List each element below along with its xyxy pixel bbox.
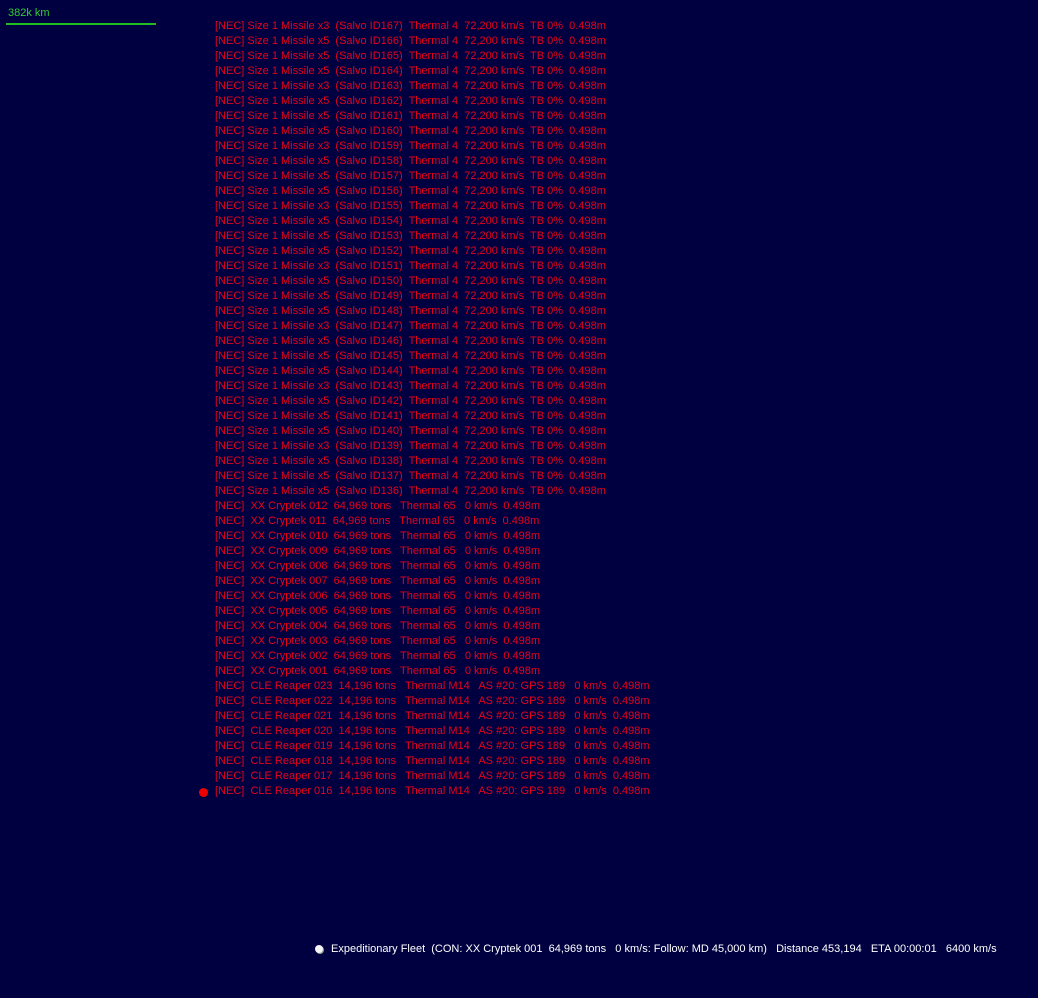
contact-label[interactable]: [NEC] XX Cryptek 005 64,969 tons Thermal… xyxy=(215,604,650,619)
contact-label[interactable]: [NEC] CLE Reaper 022 14,196 tons Thermal… xyxy=(215,694,650,709)
contact-label[interactable]: [NEC] XX Cryptek 003 64,969 tons Thermal… xyxy=(215,634,650,649)
fleet-label[interactable]: Expeditionary Fleet (CON: XX Cryptek 001… xyxy=(331,942,997,957)
contact-label[interactable]: [NEC] Size 1 Missile x3 (Salvo ID147) Th… xyxy=(215,319,650,334)
contact-label[interactable]: [NEC] Size 1 Missile x5 (Salvo ID153) Th… xyxy=(215,229,650,244)
contact-label[interactable]: [NEC] CLE Reaper 018 14,196 tons Thermal… xyxy=(215,754,650,769)
hostile-contact-marker-icon[interactable] xyxy=(199,788,208,797)
contact-label[interactable]: [NEC] XX Cryptek 009 64,969 tons Thermal… xyxy=(215,544,650,559)
contact-label[interactable]: [NEC] XX Cryptek 007 64,969 tons Thermal… xyxy=(215,574,650,589)
contact-label[interactable]: [NEC] CLE Reaper 019 14,196 tons Thermal… xyxy=(215,739,650,754)
contact-label[interactable]: [NEC] XX Cryptek 012 64,969 tons Thermal… xyxy=(215,499,650,514)
scale-label: 382k km xyxy=(8,7,50,19)
contact-label[interactable]: [NEC] Size 1 Missile x5 (Salvo ID164) Th… xyxy=(215,64,650,79)
contact-label[interactable]: [NEC] Size 1 Missile x5 (Salvo ID149) Th… xyxy=(215,289,650,304)
contact-label[interactable]: [NEC] Size 1 Missile x5 (Salvo ID140) Th… xyxy=(215,424,650,439)
contact-label[interactable]: [NEC] Size 1 Missile x5 (Salvo ID154) Th… xyxy=(215,214,650,229)
contact-label[interactable]: [NEC] Size 1 Missile x5 (Salvo ID148) Th… xyxy=(215,304,650,319)
contact-label[interactable]: [NEC] Size 1 Missile x5 (Salvo ID162) Th… xyxy=(215,94,650,109)
contact-label[interactable]: [NEC] XX Cryptek 008 64,969 tons Thermal… xyxy=(215,559,650,574)
contact-label[interactable]: [NEC] Size 1 Missile x5 (Salvo ID165) Th… xyxy=(215,49,650,64)
contact-label[interactable]: [NEC] Size 1 Missile x5 (Salvo ID142) Th… xyxy=(215,394,650,409)
contact-label[interactable]: [NEC] Size 1 Missile x3 (Salvo ID159) Th… xyxy=(215,139,650,154)
contact-label[interactable]: [NEC] CLE Reaper 021 14,196 tons Thermal… xyxy=(215,709,650,724)
tactical-map[interactable]: 382k km [NEC] Size 1 Missile x3 (Salvo I… xyxy=(0,0,1038,998)
contact-label[interactable]: [NEC] Size 1 Missile x3 (Salvo ID139) Th… xyxy=(215,439,650,454)
contact-label[interactable]: [NEC] XX Cryptek 011 64,969 tons Thermal… xyxy=(215,514,650,529)
contact-label[interactable]: [NEC] Size 1 Missile x3 (Salvo ID155) Th… xyxy=(215,199,650,214)
contact-label[interactable]: [NEC] Size 1 Missile x5 (Salvo ID146) Th… xyxy=(215,334,650,349)
contact-label[interactable]: [NEC] Size 1 Missile x5 (Salvo ID160) Th… xyxy=(215,124,650,139)
contact-label[interactable]: [NEC] Size 1 Missile x5 (Salvo ID141) Th… xyxy=(215,409,650,424)
contact-label[interactable]: [NEC] XX Cryptek 006 64,969 tons Thermal… xyxy=(215,589,650,604)
contact-label[interactable]: [NEC] Size 1 Missile x5 (Salvo ID144) Th… xyxy=(215,364,650,379)
contact-label[interactable]: [NEC] Size 1 Missile x5 (Salvo ID152) Th… xyxy=(215,244,650,259)
contact-label[interactable]: [NEC] XX Cryptek 010 64,969 tons Thermal… xyxy=(215,529,650,544)
contact-label[interactable]: [NEC] Size 1 Missile x5 (Salvo ID166) Th… xyxy=(215,34,650,49)
contact-label[interactable]: [NEC] Size 1 Missile x5 (Salvo ID150) Th… xyxy=(215,274,650,289)
contact-label[interactable]: [NEC] Size 1 Missile x5 (Salvo ID136) Th… xyxy=(215,484,650,499)
contact-label[interactable]: [NEC] CLE Reaper 023 14,196 tons Thermal… xyxy=(215,679,650,694)
contact-label[interactable]: [NEC] Size 1 Missile x3 (Salvo ID143) Th… xyxy=(215,379,650,394)
contact-label[interactable]: [NEC] Size 1 Missile x5 (Salvo ID138) Th… xyxy=(215,454,650,469)
contact-label[interactable]: [NEC] XX Cryptek 004 64,969 tons Thermal… xyxy=(215,619,650,634)
fleet-icon[interactable] xyxy=(315,945,323,953)
contact-label[interactable]: [NEC] Size 1 Missile x3 (Salvo ID167) Th… xyxy=(215,19,650,34)
contact-label[interactable]: [NEC] XX Cryptek 002 64,969 tons Thermal… xyxy=(215,649,650,664)
contact-label[interactable]: [NEC] Size 1 Missile x3 (Salvo ID151) Th… xyxy=(215,259,650,274)
contact-label[interactable]: [NEC] CLE Reaper 016 14,196 tons Thermal… xyxy=(215,784,650,799)
scale-bar xyxy=(6,23,156,25)
contact-label[interactable]: [NEC] Size 1 Missile x5 (Salvo ID161) Th… xyxy=(215,109,650,124)
contact-label[interactable]: [NEC] Size 1 Missile x5 (Salvo ID137) Th… xyxy=(215,469,650,484)
contact-label[interactable]: [NEC] CLE Reaper 020 14,196 tons Thermal… xyxy=(215,724,650,739)
contact-label[interactable]: [NEC] Size 1 Missile x5 (Salvo ID145) Th… xyxy=(215,349,650,364)
contact-label[interactable]: [NEC] Size 1 Missile x5 (Salvo ID157) Th… xyxy=(215,169,650,184)
contact-list: [NEC] Size 1 Missile x3 (Salvo ID167) Th… xyxy=(215,19,650,799)
contact-label[interactable]: [NEC] Size 1 Missile x3 (Salvo ID163) Th… xyxy=(215,79,650,94)
contact-label[interactable]: [NEC] Size 1 Missile x5 (Salvo ID158) Th… xyxy=(215,154,650,169)
contact-label[interactable]: [NEC] Size 1 Missile x5 (Salvo ID156) Th… xyxy=(215,184,650,199)
contact-label[interactable]: [NEC] XX Cryptek 001 64,969 tons Thermal… xyxy=(215,664,650,679)
contact-label[interactable]: [NEC] CLE Reaper 017 14,196 tons Thermal… xyxy=(215,769,650,784)
